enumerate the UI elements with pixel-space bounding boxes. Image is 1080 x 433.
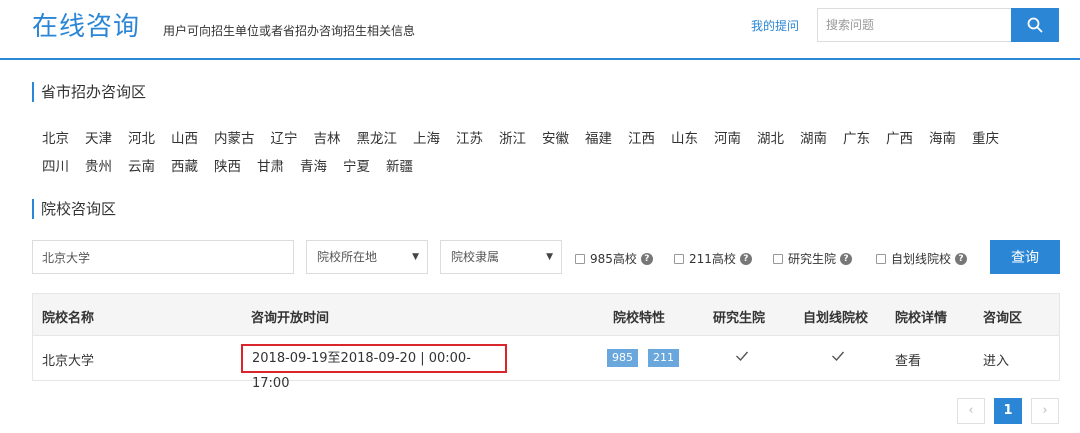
checkbox-graduate-school[interactable]: 研究生院 ? [773, 250, 853, 267]
checkbox-211[interactable]: 211高校 ? [674, 250, 752, 267]
province-link[interactable]: 宁夏 [343, 155, 370, 175]
checkbox-label: 自划线院校 [891, 252, 952, 266]
help-icon[interactable]: ? [955, 252, 968, 265]
enter-consult-link[interactable]: 进入 [983, 350, 1009, 369]
province-link[interactable]: 吉林 [314, 127, 341, 147]
pagination-prev-button[interactable]: ‹ [957, 398, 985, 424]
province-link[interactable]: 云南 [128, 155, 155, 175]
province-link[interactable]: 湖南 [800, 127, 827, 147]
checkbox-label: 研究生院 [788, 252, 837, 266]
province-link[interactable]: 重庆 [972, 127, 999, 147]
school-section-title: 院校咨询区 [32, 199, 116, 219]
province-link[interactable]: 海南 [929, 127, 956, 147]
checkbox-box[interactable] [674, 253, 684, 264]
header: 在线咨询 用户可向招生单位或者省招办咨询招生相关信息 我的提问 [0, 0, 1080, 60]
province-section-title: 省市招办咨询区 [32, 82, 146, 102]
province-link[interactable]: 天津 [85, 127, 112, 147]
school-location-select-value: 院校所在地 [317, 250, 378, 264]
province-link[interactable]: 河北 [128, 127, 155, 147]
province-link[interactable]: 湖北 [757, 127, 784, 147]
school-affiliation-select-value: 院校隶属 [451, 250, 500, 264]
page-subtitle: 用户可向招生单位或者省招办咨询招生相关信息 [163, 24, 416, 38]
province-link[interactable]: 辽宁 [271, 127, 298, 147]
badge-211: 211 [648, 349, 679, 367]
dropdown-arrow-icon: ▼ [412, 252, 419, 262]
check-icon [736, 351, 749, 362]
province-link[interactable]: 北京 [42, 127, 69, 147]
badge-985: 985 [607, 349, 638, 367]
province-link[interactable]: 甘肃 [257, 155, 284, 175]
province-link[interactable]: 四川 [42, 155, 69, 175]
province-link[interactable]: 西藏 [171, 155, 198, 175]
province-link[interactable]: 内蒙古 [214, 127, 255, 147]
open-time-cell-highlighted: 2018-09-19至2018-09-20 | 00:00-17:00 [241, 344, 507, 391]
province-link[interactable]: 黑龙江 [357, 127, 398, 147]
page-title: 在线咨询 [32, 12, 141, 42]
search-button[interactable] [1011, 8, 1059, 42]
search-icon [1027, 17, 1043, 33]
search-input[interactable] [817, 8, 1011, 42]
province-link[interactable]: 河南 [714, 127, 741, 147]
province-link[interactable]: 广东 [843, 127, 870, 147]
help-icon[interactable]: ? [640, 252, 653, 265]
column-header-detail: 院校详情 [895, 311, 948, 326]
province-link[interactable]: 安徽 [542, 127, 569, 147]
check-icon [832, 351, 845, 362]
dropdown-arrow-icon: ▼ [546, 252, 553, 262]
province-link[interactable]: 江苏 [456, 127, 483, 147]
province-link[interactable]: 山西 [171, 127, 198, 147]
province-link[interactable]: 广西 [886, 127, 913, 147]
school-name-input[interactable] [32, 240, 294, 274]
checkbox-box[interactable] [773, 253, 783, 264]
province-link[interactable]: 新疆 [386, 155, 413, 175]
checkbox-985[interactable]: 985高校 ? [575, 250, 653, 267]
province-link[interactable]: 江西 [628, 127, 655, 147]
checkbox-self-line[interactable]: 自划线院校 ? [876, 250, 968, 267]
column-header-graduate: 研究生院 [713, 311, 766, 326]
province-row-1: 北京 天津 河北 山西 内蒙古 辽宁 吉林 黑龙江 上海 江苏 浙江 安徽 福建… [42, 127, 999, 147]
column-header-features: 院校特性 [613, 311, 666, 326]
school-affiliation-select[interactable]: 院校隶属 ▼ [440, 240, 562, 274]
my-questions-link[interactable]: 我的提问 [751, 17, 799, 34]
column-header-name: 院校名称 [42, 311, 95, 326]
view-detail-link[interactable]: 查看 [895, 350, 921, 369]
help-icon[interactable]: ? [840, 252, 853, 265]
column-header-self-line: 自划线院校 [803, 311, 869, 326]
province-link[interactable]: 陕西 [214, 155, 241, 175]
province-link[interactable]: 浙江 [499, 127, 526, 147]
province-link[interactable]: 上海 [413, 127, 440, 147]
column-header-consult: 咨询区 [983, 311, 1023, 326]
results-table: 院校名称 咨询开放时间 院校特性 研究生院 自划线院校 院校详情 咨询区 北京大… [32, 293, 1060, 391]
province-row-2: 四川 贵州 云南 西藏 陕西 甘肃 青海 宁夏 新疆 [42, 155, 429, 175]
pagination-page-1[interactable]: 1 [994, 398, 1022, 424]
column-header-time: 咨询开放时间 [251, 311, 330, 326]
school-name-cell: 北京大学 [42, 354, 95, 369]
checkbox-box[interactable] [575, 253, 585, 264]
pagination-next-button[interactable]: › [1031, 398, 1059, 424]
help-icon[interactable]: ? [739, 252, 752, 265]
checkbox-box[interactable] [876, 253, 886, 264]
province-link[interactable]: 贵州 [85, 155, 112, 175]
province-link[interactable]: 青海 [300, 155, 327, 175]
province-link[interactable]: 山东 [671, 127, 698, 147]
table-header: 院校名称 咨询开放时间 院校特性 研究生院 自划线院校 院校详情 咨询区 [33, 294, 1059, 336]
province-link[interactable]: 福建 [585, 127, 612, 147]
checkbox-label: 211高校 [689, 252, 736, 266]
query-button[interactable]: 查询 [990, 240, 1060, 274]
checkbox-label: 985高校 [590, 252, 637, 266]
school-location-select[interactable]: 院校所在地 ▼ [306, 240, 428, 274]
